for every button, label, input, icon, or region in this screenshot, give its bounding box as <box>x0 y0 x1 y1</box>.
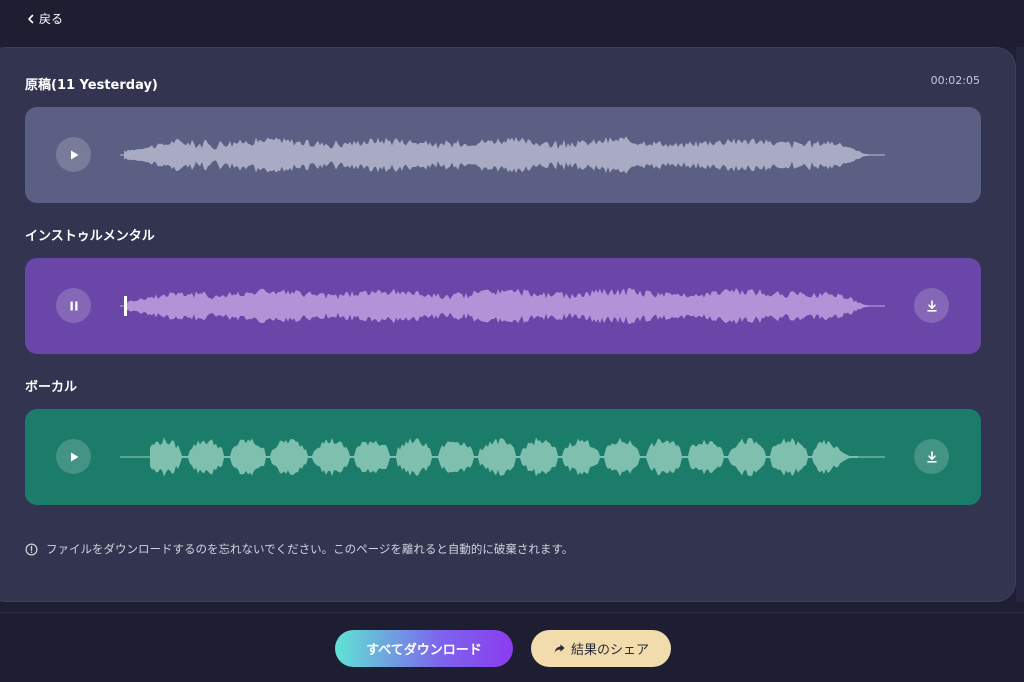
original-duration: 00:02:05 <box>930 74 980 87</box>
original-waveform[interactable] <box>120 129 885 181</box>
vocal-play-button[interactable] <box>56 439 91 474</box>
download-icon <box>926 450 937 463</box>
notice: ファイルをダウンロードするのを忘れないでください。このページを離れると自動的に破… <box>25 541 573 557</box>
info-icon <box>25 543 38 555</box>
vocal-track <box>25 409 981 505</box>
chevron-left-icon <box>28 14 34 23</box>
download-all-label: すべてダウンロード <box>366 643 482 658</box>
download-all-button[interactable]: すべてダウンロード <box>335 630 513 667</box>
instrumental-title: インストゥルメンタル <box>25 229 155 244</box>
play-icon <box>70 150 78 159</box>
back-link[interactable]: 戻る <box>26 10 63 27</box>
playhead[interactable] <box>124 296 127 316</box>
instrumental-waveform[interactable] <box>120 280 885 332</box>
share-icon <box>554 644 565 653</box>
waveform-shape <box>150 437 858 477</box>
vocal-title: ボーカル <box>25 380 78 395</box>
original-title: 原稿(11 Yesterday) <box>25 78 158 93</box>
instrumental-download-button[interactable] <box>914 288 949 323</box>
pause-icon <box>70 301 77 310</box>
share-button[interactable]: 結果のシェア <box>531 630 671 667</box>
page: 戻る 原稿(11 Yesterday) 00:02:05 インストゥルメンタル <box>0 0 1024 682</box>
play-icon <box>70 452 78 461</box>
top-bar <box>0 0 1024 48</box>
waveform-shape <box>124 136 868 174</box>
share-label: 結果のシェア <box>570 643 649 658</box>
instrumental-track <box>25 258 981 354</box>
notice-text: ファイルをダウンロードするのを忘れないでください。このページを離れると自動的に破… <box>46 542 574 556</box>
instrumental-pause-button[interactable] <box>56 288 91 323</box>
original-play-button[interactable] <box>56 137 91 172</box>
vocal-waveform[interactable] <box>120 431 885 483</box>
right-edge <box>1016 47 1024 602</box>
vocal-download-button[interactable] <box>914 439 949 474</box>
download-icon <box>926 299 937 312</box>
back-label: 戻る <box>39 12 64 26</box>
original-track <box>25 107 981 203</box>
waveform-shape <box>124 287 868 325</box>
